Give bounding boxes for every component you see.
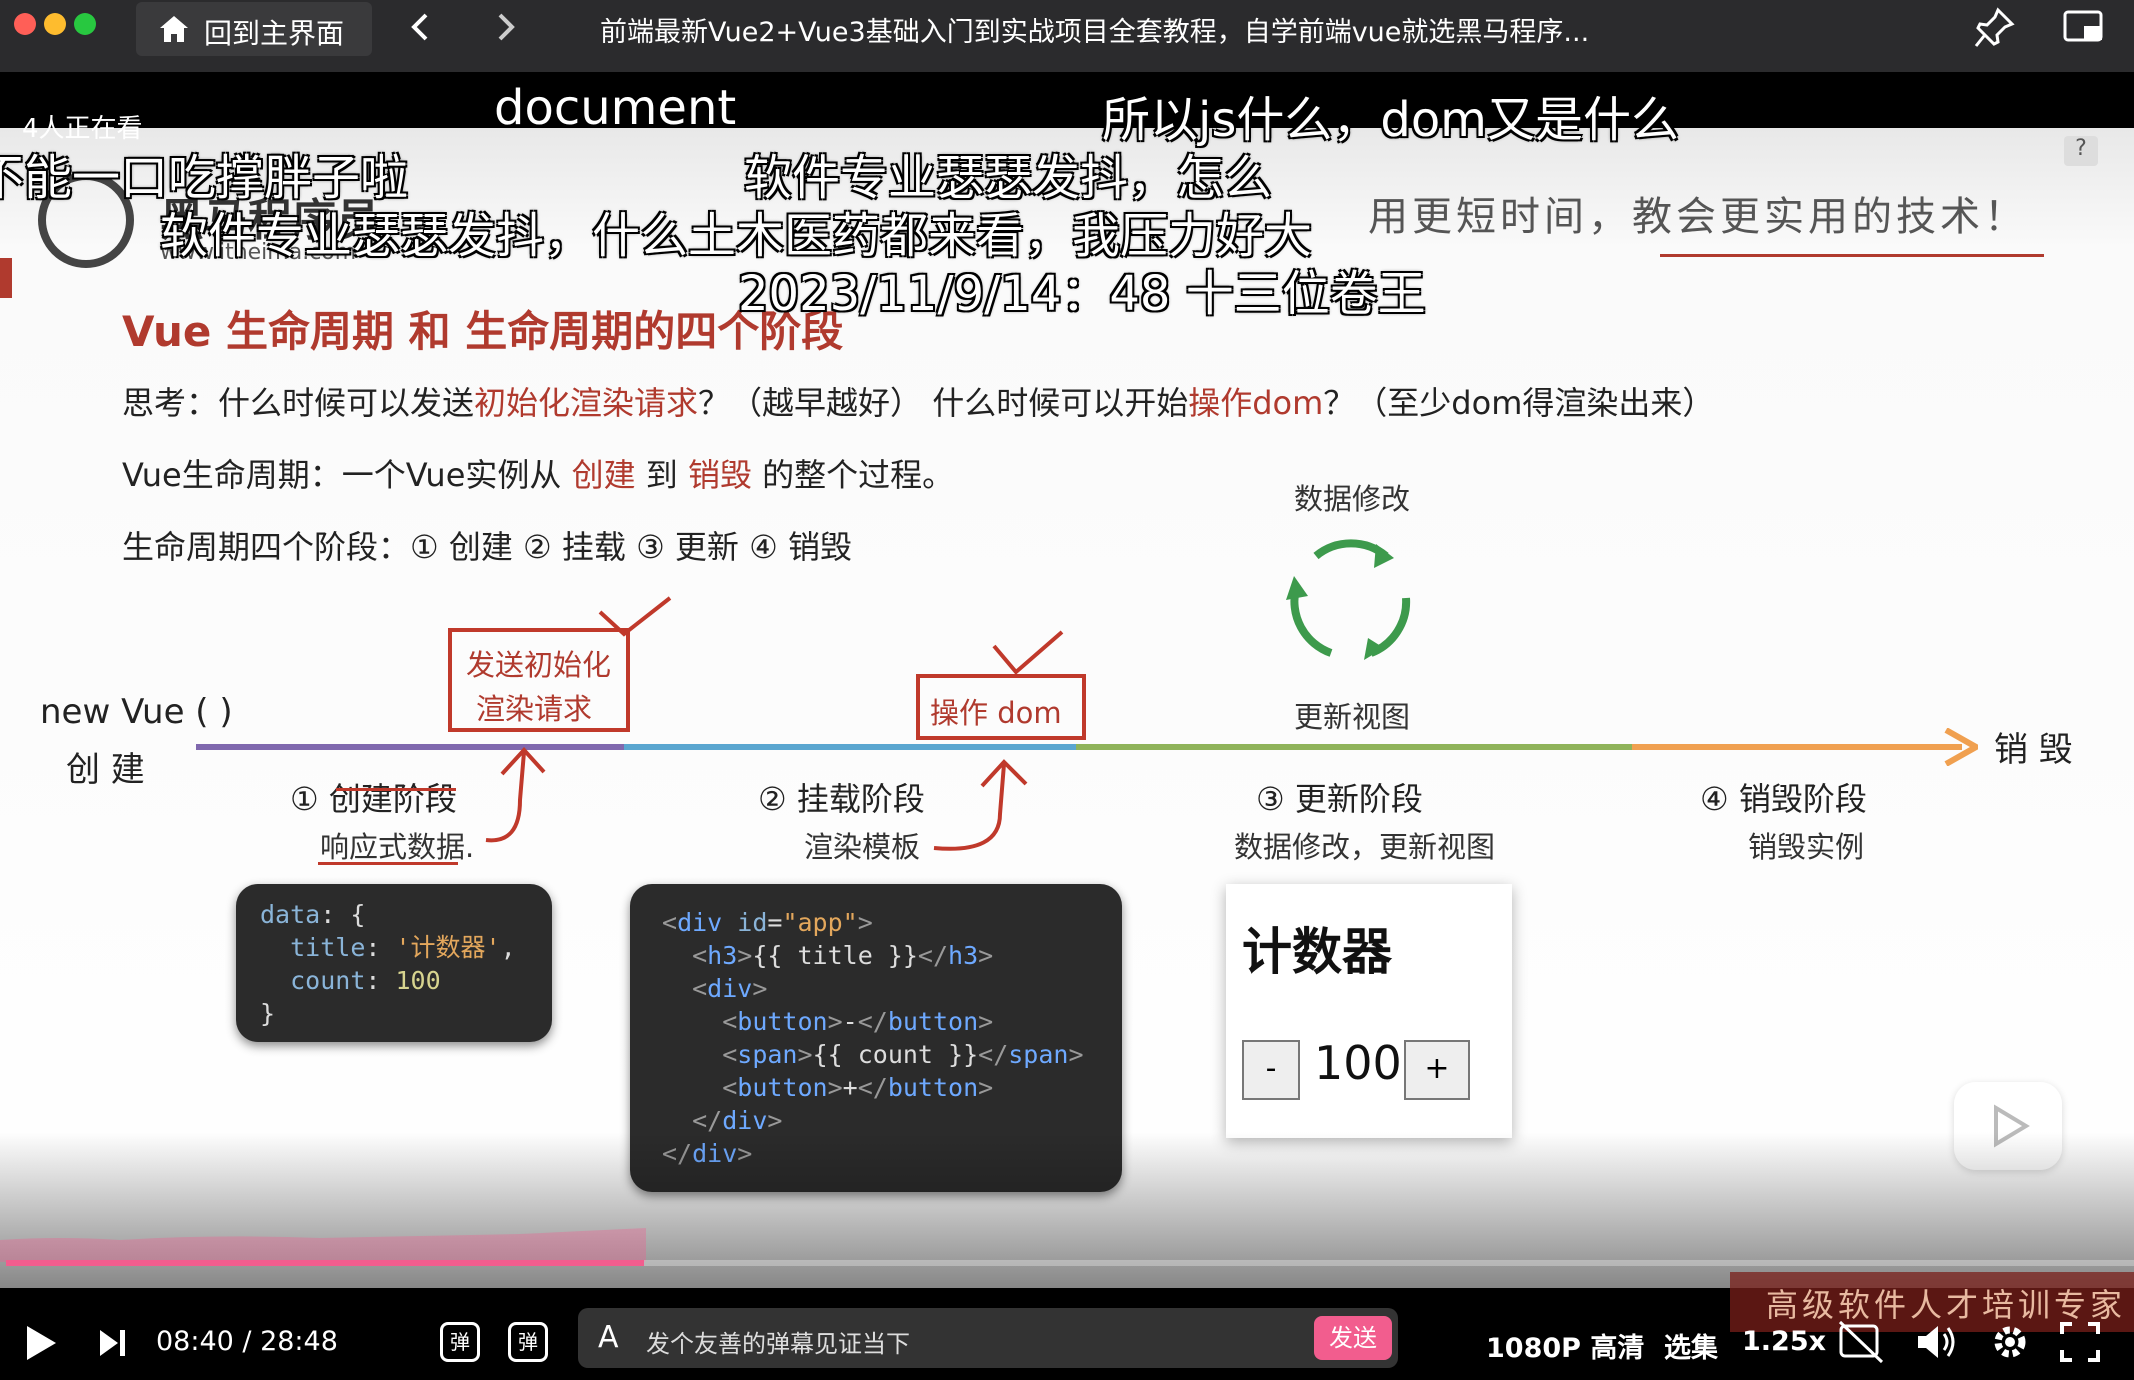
maximize-window-button[interactable] <box>74 13 96 35</box>
danmaku-settings-icon[interactable]: 弹 <box>508 1322 548 1362</box>
def-highlight-1: 创建 <box>571 456 636 494</box>
fullscreen-icon[interactable] <box>2058 1320 2102 1364</box>
subtitle-off-icon[interactable] <box>1838 1320 1884 1364</box>
forward-icon[interactable] <box>494 12 518 42</box>
underline <box>336 788 456 791</box>
danmaku-comment[interactable]: document <box>494 80 736 136</box>
slogan-underline <box>1660 254 2044 257</box>
stage-destroy-sub: 销毁实例 <box>1748 830 1865 864</box>
danmaku-toggle-icon[interactable]: 弹 <box>440 1322 480 1362</box>
pin-icon[interactable] <box>1972 6 2016 50</box>
danmaku-comment[interactable]: 2023/11/9/14：48 十三位卷王 <box>738 254 1426 324</box>
def-text-2: 到 <box>635 456 688 494</box>
timeline-segment-mount <box>624 744 1076 750</box>
check-mark-icon <box>992 630 1064 675</box>
increment-button[interactable]: + <box>1404 1040 1470 1100</box>
underline <box>318 862 458 865</box>
definition-line: Vue生命周期：一个Vue实例从 创建 到 销毁 的整个过程。 <box>122 450 954 496</box>
def-text-3: 的整个过程。 <box>751 456 955 494</box>
create-label: 创 建 <box>66 750 145 790</box>
update-view-label: 更新视图 <box>1294 700 1411 734</box>
home-button-label: 回到主界面 <box>204 17 345 50</box>
minimize-window-button[interactable] <box>44 13 66 35</box>
heatmap-graph <box>0 1228 646 1262</box>
counter-value: 100 <box>1314 1036 1402 1090</box>
episodes-button[interactable]: 选集 <box>1664 1326 1718 1365</box>
data-change-label: 数据修改 <box>1294 482 1411 516</box>
think-line: 思考：什么时候可以发送初始化渲染请求？（越早越好） 什么时候可以开始操作dom？… <box>122 378 1714 424</box>
update-cycle-icon <box>1286 539 1411 660</box>
send-danmaku-button[interactable]: 发送 <box>1314 1316 1392 1360</box>
slide-heading: Vue 生命周期 和 生命周期的四个阶段 <box>122 307 844 356</box>
slide-accent-bar <box>0 258 12 298</box>
pointer-arrow-icon <box>933 759 1028 851</box>
stage-update-title: ③ 更新阶段 <box>1256 780 1423 818</box>
stage-mount-sub: 渲染模板 <box>804 830 921 864</box>
speed-selector[interactable]: 1.25x <box>1742 1326 1826 1357</box>
danmaku-placeholder: 发个友善的弹幕见证当下 <box>646 1330 910 1358</box>
quality-selector[interactable]: 1080P 高清 <box>1486 1326 1644 1365</box>
timeline-segment-destroy <box>1632 744 1962 750</box>
home-button[interactable]: 回到主界面 <box>136 2 372 56</box>
back-icon[interactable] <box>408 12 432 42</box>
think-text-3: ？（至少dom得渲染出来） <box>1323 384 1715 422</box>
stages-line: 生命周期四个阶段：① 创建 ② 挂载 ③ 更新 ④ 销毁 <box>122 528 852 566</box>
time-display: 08:40 / 28:48 <box>156 1326 338 1357</box>
think-highlight-2: 操作dom <box>1188 384 1324 422</box>
data-code-block: data: { title: '计数器', count: 100 } <box>236 884 552 1042</box>
timeline-segment-update <box>1076 744 1632 750</box>
think-text-2: ？（越早越好） 什么时候可以开始 <box>698 384 1189 422</box>
def-text-1: Vue生命周期：一个Vue实例从 <box>122 456 572 494</box>
pointer-arrow-icon <box>485 747 546 843</box>
player-controls: 08:40 / 28:48 弹 弹 A 发个友善的弹幕见证当下 发送 1080P… <box>0 1302 2134 1380</box>
init-request-line-1: 发送初始化 <box>466 648 612 682</box>
timeline-arrow-icon <box>1944 728 1978 766</box>
check-mark-icon <box>598 596 672 637</box>
next-icon[interactable] <box>98 1328 128 1358</box>
decrement-button[interactable]: - <box>1242 1040 1300 1100</box>
home-icon <box>160 16 188 42</box>
think-highlight-1: 初始化渲染请求 <box>474 384 699 422</box>
progress-fill <box>6 1260 645 1266</box>
operate-dom-label: 操作 dom <box>930 696 1062 730</box>
counter-title: 计数器 <box>1242 923 1392 981</box>
init-request-line-2: 渲染请求 <box>476 692 593 726</box>
stage-destroy-title: ④ 销毁阶段 <box>1700 780 1867 818</box>
operate-dom-box: 操作 dom <box>916 674 1086 740</box>
danmaku-style-icon[interactable]: A <box>598 1320 619 1355</box>
stage-update-sub: 数据修改，更新视图 <box>1234 830 1496 864</box>
def-highlight-2: 销毁 <box>687 456 752 494</box>
window-title: 前端最新Vue2+Vue3基础入门到实战项目全套教程，自学前端vue就选黑马程序… <box>600 17 1590 48</box>
play-icon[interactable] <box>24 1324 58 1362</box>
counter-demo: 计数器 - 100 + <box>1226 884 1512 1138</box>
settings-gear-icon[interactable] <box>1988 1320 2032 1364</box>
stage-create-title: ① 创建阶段 <box>290 780 457 818</box>
picture-in-picture-icon[interactable] <box>2062 8 2106 48</box>
video-player[interactable]: 黑马程序员 www.itheima.com 用更短时间，教会更实用的技术！ Vu… <box>0 72 2134 1380</box>
new-vue-label: new Vue ( ) <box>40 692 233 732</box>
help-icon[interactable]: ? <box>2064 136 2098 166</box>
stage-mount-title: ② 挂载阶段 <box>758 780 925 818</box>
volume-icon[interactable] <box>1914 1320 1958 1364</box>
slogan: 用更短时间，教会更实用的技术！ <box>1368 194 2028 240</box>
danmaku-input[interactable]: A 发个友善的弹幕见证当下 发送 <box>578 1308 1398 1368</box>
think-text-1: 思考：什么时候可以发送 <box>122 384 475 422</box>
close-window-button[interactable] <box>14 13 36 35</box>
stage-create-sub: 响应式数据. <box>320 830 475 864</box>
destroy-end-label: 销 毁 <box>1994 730 2073 770</box>
window-titlebar: 回到主界面 前端最新Vue2+Vue3基础入门到实战项目全套教程，自学前端vue… <box>0 0 2134 72</box>
